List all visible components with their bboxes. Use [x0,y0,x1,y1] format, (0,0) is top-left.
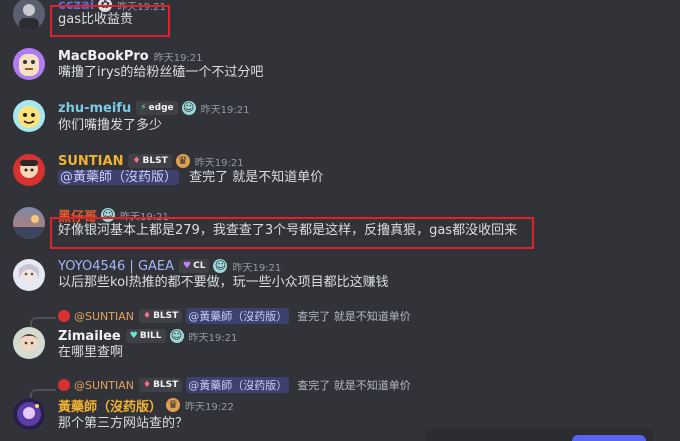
username[interactable]: zhu-meifu [58,101,131,116]
server-tag-badge: ♥ CL [179,259,210,273]
message-macbookpro: MacBookPro 昨天19:21 嘴撸了irys的给粉丝磕一个不过分吧 [0,44,680,84]
bot-face-icon: ☺ [213,259,228,273]
server-tag-badge: ♥ BILL [125,329,166,343]
timestamp: 昨天19:21 [194,157,244,169]
tiger-icon: ♛ [175,154,190,168]
message-header: 黃藥師（沒药版） ♛ 昨天19:22 [58,396,234,415]
username[interactable]: YOYO4546 | GAEA [58,259,174,274]
timestamp: 昨天19:22 [185,401,234,413]
reply-preview[interactable]: @SUNTIAN ♦ BLST @黃藥師（沒药版） 查完了 就是不知道单价 [58,377,411,393]
message-text: @黃藥師（沒药版） 查完了 就是不知道单价 [58,169,323,187]
message-header: SUNTIAN ♦ BLST ♛ 昨天19:21 [58,152,244,170]
username[interactable]: SUNTIAN [58,154,123,169]
message-suntian: SUNTIAN ♦ BLST ♛ 昨天19:21 @黃藥師（沒药版） 查完了 就是… [0,150,680,194]
message-text: 你们嘴撸发了多少 [58,118,163,133]
avatar[interactable] [13,154,45,186]
message-text: 以后那些kol热推的都不要做，玩一些小众项目都比这赚钱 [58,275,389,290]
reply-tag-badge: ♦ BLST [138,378,183,392]
reply-tag-badge: ♦ BLST [138,309,183,323]
reply-text: 查完了 就是不知道单价 [297,310,411,323]
reply-username: @SUNTIAN [74,309,134,323]
gem-icon: ♦ [132,156,141,166]
jump-to-present-button[interactable] [572,435,646,441]
message-text: 在哪里查啊 [58,345,124,360]
server-tag-badge: ⚡ edge [136,101,178,115]
timestamp: 昨天19:21 [200,104,250,116]
heart-icon: ♥ [183,261,192,271]
reply-text: 查完了 就是不知道单价 [297,379,411,392]
message-header: zhu-meifu ⚡ edge ☺ 昨天19:21 [58,99,249,117]
gem-icon: ♦ [142,311,152,321]
avatar[interactable] [13,259,45,291]
message-body: 查完了 就是不知道单价 [189,170,324,185]
heart-icon: ♥ [129,331,138,341]
reply-username: @SUNTIAN [74,378,134,392]
gem-icon: ♦ [142,380,152,390]
avatar[interactable] [13,100,45,132]
reply-avatar [58,379,70,391]
avatar[interactable] [13,48,45,80]
user-mention[interactable]: @黃藥師（沒药版） [58,170,180,185]
reply-avatar [58,310,70,322]
lightning-icon: ⚡ [140,103,147,113]
message-zimailee: Zimailee ♥ BILL ☺ 昨天19:21 在哪里查啊 [0,325,680,365]
message-header: Zimailee ♥ BILL ☺ 昨天19:21 [58,327,237,345]
server-tag-badge: ♦ BLST [128,154,172,168]
highlight-box [50,5,170,37]
message-header: YOYO4546 | GAEA ♥ CL ☺ 昨天19:21 [58,257,281,275]
username[interactable]: Zimailee [58,329,121,344]
tiger-icon: ♛ [166,398,181,412]
bot-face-icon: ☺ [169,329,184,343]
message-header: MacBookPro 昨天19:21 [58,47,203,65]
timestamp: 昨天19:21 [153,52,203,64]
message-yoyo4546: YOYO4546 | GAEA ♥ CL ☺ 昨天19:21 以后那些kol热推的… [0,255,680,295]
message-text: 那个第三方网站查的？ [58,416,189,431]
highlight-box [50,217,534,249]
username[interactable]: MacBookPro [58,49,149,64]
timestamp: 昨天19:21 [188,332,238,344]
reply-preview[interactable]: @SUNTIAN ♦ BLST @黃藥師（沒药版） 查完了 就是不知道单价 [58,308,411,324]
avatar[interactable] [13,398,45,430]
message-text: 嘴撸了irys的给粉丝磕一个不过分吧 [58,65,264,80]
reply-mention: @黃藥師（沒药版） [186,308,290,324]
message-zhu-meifu: zhu-meifu ⚡ edge ☺ 昨天19:21 你们嘴撸发了多少 [0,96,680,136]
avatar[interactable] [13,0,45,30]
avatar[interactable] [13,207,45,239]
reply-mention: @黃藥師（沒药版） [186,377,290,393]
bot-face-icon: ☺ [181,101,196,115]
avatar[interactable] [13,327,45,359]
username[interactable]: 黃藥師（沒药版） [58,396,162,415]
timestamp: 昨天19:21 [232,262,282,274]
